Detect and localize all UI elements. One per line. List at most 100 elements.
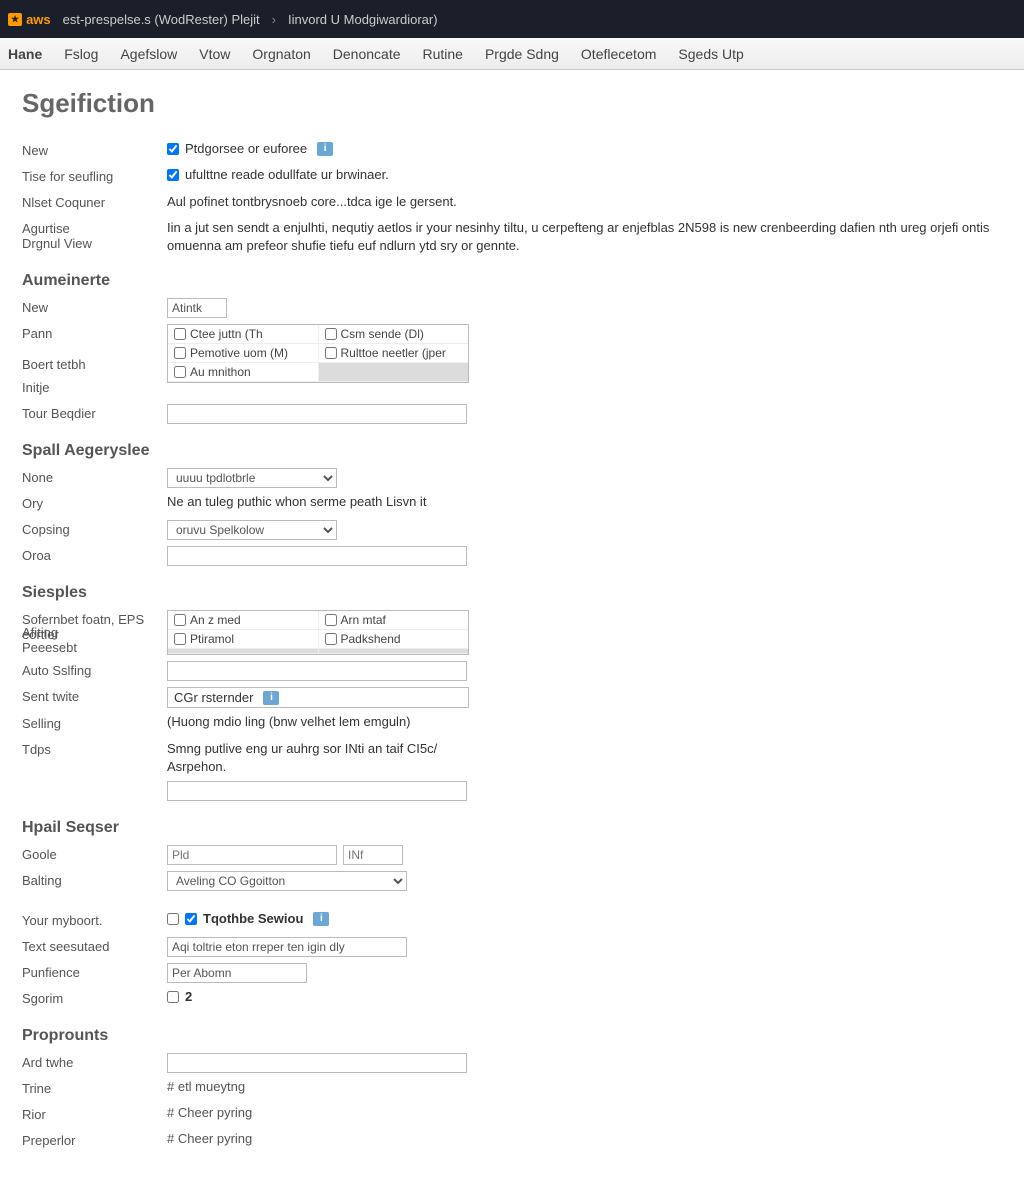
your-inner-cb[interactable] <box>185 913 197 925</box>
breadcrumb-1[interactable]: est-prespelse.s (WodRester) Plejit <box>63 12 260 27</box>
sies-lbl-1-1: Padkshend <box>341 632 401 646</box>
ory-text: Ne an tuleg puthic whon serme peath Lisv… <box>167 494 426 509</box>
initje-label: Initje <box>22 378 167 395</box>
hpail-heading: Hpail Seqser <box>22 819 1002 837</box>
siesples-heading: Siesples <box>22 584 1002 602</box>
your-label: Your myboort. <box>22 911 167 928</box>
sent-info-icon[interactable]: i <box>263 691 279 705</box>
tdps-text: Smng putlive eng ur auhrg sor INti an ta… <box>167 740 467 775</box>
nav-item-4[interactable]: Orgnaton <box>252 46 310 62</box>
nlset-text: Aul pofinet tontbrysnoeb core...tdca ige… <box>167 193 457 211</box>
peeesebt-label: Peeesebt <box>22 640 167 655</box>
pre-label: Preperlor <box>22 1131 167 1148</box>
copsing-label: Copsing <box>22 520 167 537</box>
sies-cb-1-0[interactable] <box>174 633 186 645</box>
sies-cb-0-0[interactable] <box>174 614 186 626</box>
info-icon[interactable]: i <box>317 142 333 156</box>
pann-cb-0-0[interactable] <box>174 328 186 340</box>
pre-hash: # Cheer pyring <box>167 1131 252 1146</box>
aws-badge-icon: ★ <box>8 13 22 26</box>
sies-d0 <box>168 649 319 654</box>
tise-checkbox[interactable] <box>167 169 179 181</box>
nav-item-2[interactable]: Agefslow <box>120 46 177 62</box>
spall-heading: Spall Aegeryslee <box>22 442 1002 460</box>
sies-grid: An z med Arn mtaf Ptiramol Padkshend <box>167 610 469 655</box>
pun-input[interactable] <box>167 963 307 983</box>
pann-cb-1-1[interactable] <box>325 347 337 359</box>
sies-d1 <box>319 649 469 654</box>
text-label: Text seesutaed <box>22 937 167 954</box>
text-input[interactable] <box>167 937 407 957</box>
tour-input[interactable] <box>167 404 467 424</box>
goole-label: Goole <box>22 845 167 862</box>
nav-item-8[interactable]: Oteflecetom <box>581 46 656 62</box>
nav-item-5[interactable]: Denoncate <box>333 46 401 62</box>
pun-label: Punfience <box>22 963 167 980</box>
aumeinerte-heading: Aumeinerte <box>22 272 1002 290</box>
sies-lbl-0-1: Arn mtaf <box>341 613 386 627</box>
tdps-label: Tdps <box>22 740 167 757</box>
ard-input[interactable] <box>167 1053 467 1073</box>
aum-new-input[interactable] <box>167 298 227 318</box>
auto-input[interactable] <box>167 661 467 681</box>
pann-cb-0-1[interactable] <box>325 328 337 340</box>
page-title: Sgeifiction <box>22 88 1002 119</box>
new-text: Ptdgorsee or euforee <box>185 141 307 156</box>
pann-cb-1-0[interactable] <box>174 347 186 359</box>
rior-label: Rior <box>22 1105 167 1122</box>
balng-label: Balting <box>22 871 167 888</box>
tdps-input[interactable] <box>167 781 467 801</box>
pann-grid: Ctee juttn (Th Csm sende (Dl) Pemotive u… <box>167 324 469 383</box>
pann-lbl-0-1: Csm sende (Dl) <box>341 327 424 341</box>
tise-label: Tise for seufling <box>22 167 167 184</box>
sent-text: CGr rsternder <box>174 690 253 705</box>
tour-label: Tour Beqdier <box>22 404 167 421</box>
ard-label: Ard twhe <box>22 1053 167 1070</box>
none-select[interactable]: uuuu tpdlotbrle <box>167 468 337 488</box>
sies-cb-1-1[interactable] <box>325 633 337 645</box>
new-label: New <box>22 141 167 158</box>
logo-text: aws <box>26 12 51 27</box>
oroa-label: Oroa <box>22 546 167 563</box>
nav-item-7[interactable]: Prgde Sdng <box>485 46 559 62</box>
pann-lbl-1-0: Pemotive uom (M) <box>190 346 288 360</box>
breadcrumb-sep: › <box>272 12 276 27</box>
boert-label: Boert tetbh <box>22 337 167 372</box>
sgn-cb[interactable] <box>167 991 179 1003</box>
selling-text: (Huong mdio ling (bnw velhet lem emguln) <box>167 714 411 729</box>
afiting-label: Afiting <box>22 625 167 640</box>
nav-bar: Hane Fslog Agefslow Vtow Orgnaton Denonc… <box>0 38 1024 70</box>
rior-hash: # Cheer pyring <box>167 1105 252 1120</box>
page-body: Sgeifiction New Ptdgorsee or euforee i T… <box>0 70 1024 1197</box>
nav-item-0[interactable]: Hane <box>8 46 42 62</box>
your-outer-cb[interactable] <box>167 913 179 925</box>
nav-item-9[interactable]: Sgeds Utp <box>678 46 743 62</box>
tise-text: ufulttne reade odullfate ur brwinaer. <box>185 167 389 182</box>
sgn-label: Sgorim <box>22 989 167 1006</box>
drgn-label: Drgnul View <box>22 236 167 251</box>
breadcrumb-2[interactable]: Iinvord U Modgiwardiorar) <box>288 12 438 27</box>
selling-label: Selling <box>22 714 167 731</box>
sies-cb-0-1[interactable] <box>325 614 337 626</box>
proprounts-heading: Proprounts <box>22 1027 1002 1045</box>
copsing-select[interactable]: oruvu Spelkolow <box>167 520 337 540</box>
nav-item-6[interactable]: Rutine <box>423 46 463 62</box>
pann-disabled-cell <box>319 363 469 382</box>
new-checkbox[interactable] <box>167 143 179 155</box>
nav-item-3[interactable]: Vtow <box>199 46 230 62</box>
pann-cb-2-0[interactable] <box>174 366 186 378</box>
goole-input-2[interactable] <box>343 845 403 865</box>
your-info-icon[interactable]: i <box>313 912 329 926</box>
oroa-input[interactable] <box>167 546 467 566</box>
nav-item-1[interactable]: Fslog <box>64 46 98 62</box>
sies-lbl-1-0: Ptiramol <box>190 632 234 646</box>
aum-new-label: New <box>22 298 167 315</box>
aws-logo[interactable]: ★ aws <box>8 12 51 27</box>
long-text: Iin a jut sen sendt a enjulhti, nequtiy … <box>167 219 1002 254</box>
sgn-val: 2 <box>185 989 192 1004</box>
your-text: Tqothbe Sewiou <box>203 911 303 926</box>
pann-lbl-1-1: Rulttoe neetler (jper <box>341 346 446 360</box>
pann-lbl-0-0: Ctee juttn (Th <box>190 327 263 341</box>
goole-input-1[interactable] <box>167 845 337 865</box>
balng-select[interactable]: Aveling CO Ggoitton <box>167 871 407 891</box>
